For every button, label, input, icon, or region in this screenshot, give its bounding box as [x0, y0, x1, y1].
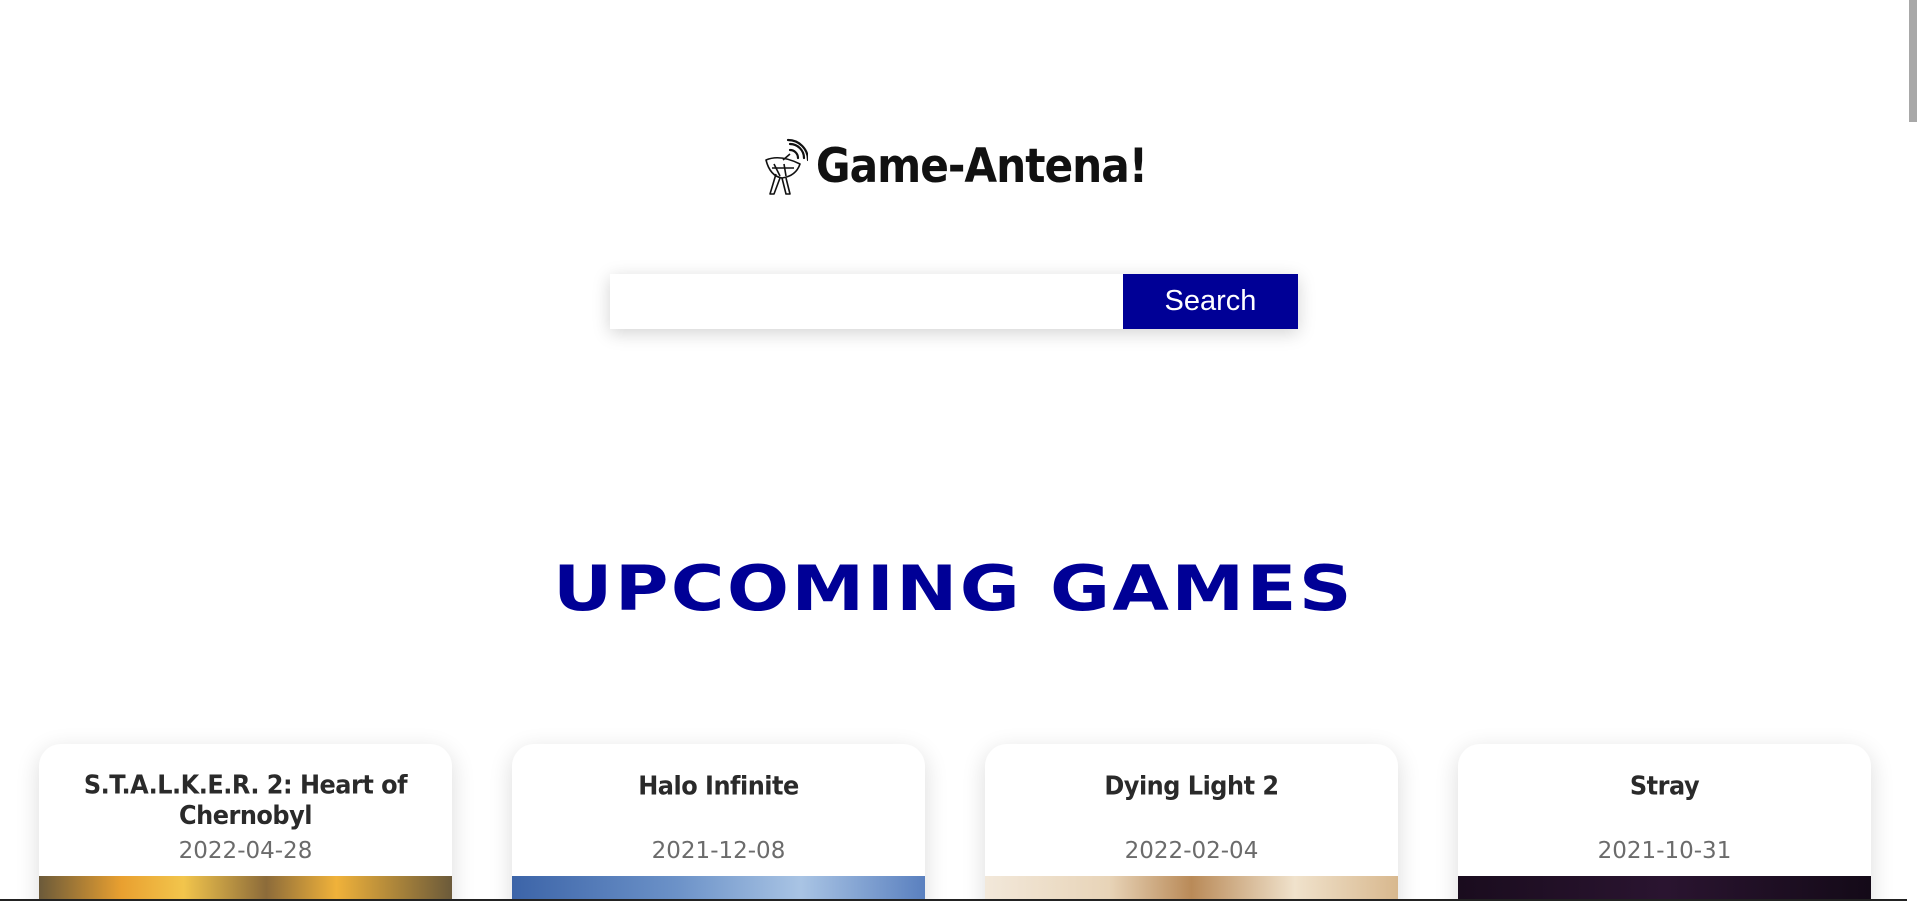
game-release-date: 2021-10-31 — [1597, 838, 1732, 864]
page: Game-Antena! Search UPCOMING GAMES S.T.A… — [0, 0, 1919, 901]
game-card[interactable]: Stray 2021-10-31 — [1458, 744, 1871, 901]
search-button[interactable]: Search — [1123, 274, 1298, 329]
scrollbar-thumb[interactable] — [1909, 0, 1917, 122]
game-cover-image — [512, 876, 925, 901]
game-title: Dying Light 2 — [1104, 770, 1279, 802]
game-title: Halo Infinite — [638, 770, 799, 802]
game-title: S.T.A.L.K.E.R. 2: Heart of Chernobyl — [83, 769, 408, 831]
brand: Game-Antena! — [0, 134, 1907, 198]
game-cover-image — [39, 876, 452, 901]
brand-title: Game-Antena! — [815, 138, 1148, 194]
satellite-dish-icon — [765, 138, 808, 195]
game-cover-image — [1458, 876, 1871, 901]
game-card-list: S.T.A.L.K.E.R. 2: Heart of Chernobyl 202… — [39, 744, 1871, 901]
game-release-date: 2022-04-28 — [178, 838, 313, 864]
game-card[interactable]: S.T.A.L.K.E.R. 2: Heart of Chernobyl 202… — [39, 744, 452, 901]
game-cover-image — [985, 876, 1398, 901]
scrollbar[interactable] — [1907, 0, 1919, 901]
game-card[interactable]: Dying Light 2 2022-02-04 — [985, 744, 1398, 901]
game-release-date: 2022-02-04 — [1124, 838, 1259, 864]
game-card[interactable]: Halo Infinite 2021-12-08 — [512, 744, 925, 901]
game-release-date: 2021-12-08 — [651, 838, 786, 864]
game-title: Stray — [1629, 770, 1700, 802]
search-bar: Search — [610, 274, 1298, 329]
search-input[interactable] — [610, 274, 1123, 329]
section-title: UPCOMING GAMES — [553, 552, 1354, 625]
